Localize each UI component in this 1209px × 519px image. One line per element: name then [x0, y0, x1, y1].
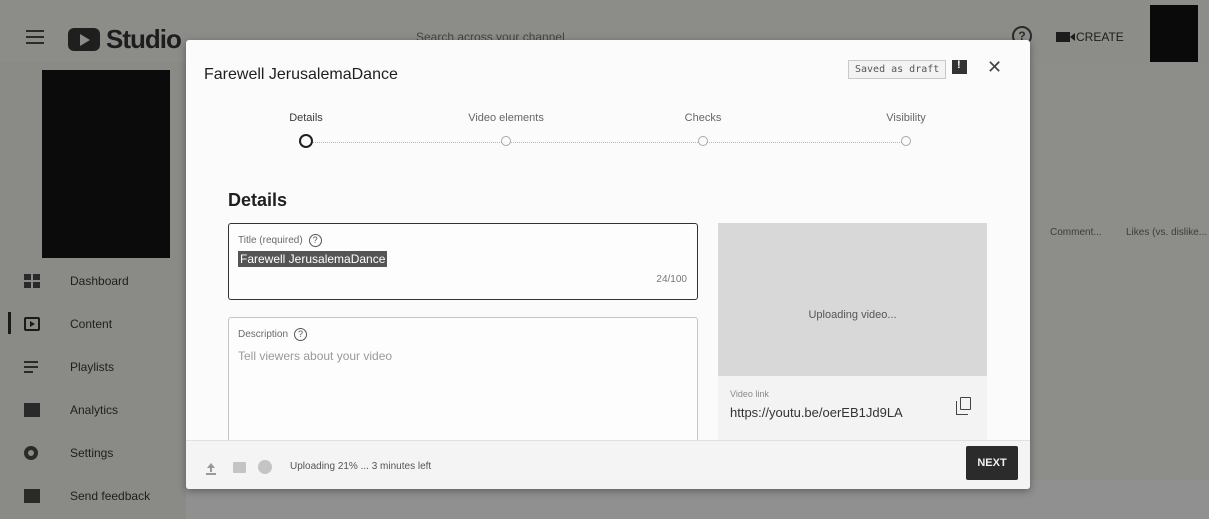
close-icon[interactable]: ✕ [987, 58, 1002, 76]
description-label-row: Description ? [238, 328, 308, 341]
uploading-status: Uploading video... [808, 309, 897, 321]
video-link[interactable]: https://youtu.be/oerEB1Jd9LA [730, 405, 903, 420]
create-label: CREATE [1076, 30, 1124, 44]
sidebar-item-label: Settings [70, 445, 114, 460]
title-field[interactable]: Title (required) ? Farewell JerusalemaDa… [228, 223, 698, 300]
step-details[interactable]: Details [226, 112, 386, 148]
menu-icon[interactable] [26, 30, 44, 44]
content-table-background: Comment... Likes (vs. dislike... [1030, 62, 1209, 519]
video-preview: Uploading video... [718, 223, 987, 376]
step-label: Video elements [468, 112, 544, 124]
step-indicator [299, 134, 313, 148]
camera-icon [1056, 32, 1075, 42]
checks-icon [258, 460, 272, 474]
video-preview-panel: Uploading video... Video link https://yo… [718, 223, 987, 449]
saved-as-draft-badge: Saved as draft [848, 60, 947, 79]
content-icon [24, 316, 40, 331]
settings-icon [24, 445, 38, 460]
step-label: Checks [684, 112, 722, 124]
sidebar-item-label: Send feedback [70, 488, 151, 503]
sidebar-item-label: Dashboard [70, 273, 129, 288]
sidebar: Dashboard Content Playlists Analytics Se… [0, 62, 186, 519]
sidebar-item-send-feedback[interactable]: Send feedback [0, 474, 186, 517]
title-input[interactable]: Farewell JerusalemaDance [238, 251, 388, 267]
upload-icon [206, 463, 216, 475]
dialog-header: Farewell JerusalemaDance Saved as draft … [186, 40, 1030, 100]
next-button[interactable]: NEXT [966, 446, 1018, 480]
step-visibility[interactable]: Visibility [826, 112, 986, 146]
step-video-elements[interactable]: Video elements [426, 112, 586, 146]
sidebar-item-dashboard[interactable]: Dashboard [0, 259, 186, 302]
step-label: Visibility [886, 112, 926, 124]
upload-dialog: Farewell JerusalemaDance Saved as draft … [186, 40, 1030, 489]
avatar[interactable] [1150, 5, 1198, 62]
channel-thumbnail[interactable] [42, 70, 170, 258]
description-field-label: Description [238, 329, 289, 340]
sidebar-item-content[interactable]: Content [0, 302, 186, 345]
column-header-likes: Likes (vs. dislike... [1126, 227, 1208, 238]
section-title: Details [228, 190, 288, 210]
title-field-label: Title (required) [238, 235, 303, 246]
youtube-logo-icon [68, 28, 100, 51]
sidebar-item-settings[interactable]: Settings [0, 431, 186, 474]
stepper-line [306, 142, 906, 143]
step-indicator [501, 136, 511, 146]
sidebar-item-analytics[interactable]: Analytics [0, 388, 186, 431]
sidebar-item-playlists[interactable]: Playlists [0, 345, 186, 388]
help-icon[interactable]: ? [294, 328, 308, 341]
description-input[interactable]: Tell viewers about your video [238, 349, 392, 363]
playlists-icon [24, 359, 40, 374]
step-checks[interactable]: Checks [623, 112, 783, 146]
dashboard-icon [24, 273, 40, 288]
create-button[interactable]: CREATE [1056, 22, 1124, 52]
feedback-icon [24, 488, 40, 503]
step-indicator [901, 136, 911, 146]
step-indicator [698, 136, 708, 146]
dialog-title: Farewell JerusalemaDance [204, 66, 398, 83]
copy-icon[interactable] [956, 397, 971, 415]
character-counter: 24/100 [656, 274, 687, 285]
description-field[interactable]: Description ? Tell viewers about your vi… [228, 317, 698, 447]
analytics-icon [24, 402, 40, 417]
video-link-label: Video link [730, 389, 769, 399]
sidebar-item-label: Playlists [70, 359, 115, 374]
upload-progress-text: Uploading 21% ... 3 minutes left [290, 461, 432, 472]
dialog-footer: Uploading 21% ... 3 minutes left NEXT [186, 440, 1030, 489]
report-feedback-icon[interactable] [952, 59, 967, 74]
help-icon[interactable]: ? [308, 234, 322, 247]
hd-icon [233, 462, 246, 473]
step-label: Details [289, 112, 323, 124]
sidebar-item-label: Content [70, 316, 113, 331]
studio-logo[interactable]: Studio [68, 24, 182, 55]
sidebar-nav: Dashboard Content Playlists Analytics Se… [0, 259, 186, 517]
logo-text: Studio [106, 24, 182, 54]
upload-stepper: Details Video elements Checks Visibility [186, 112, 1030, 162]
sidebar-item-label: Analytics [70, 402, 119, 417]
column-header-comments: Comment... [1050, 227, 1102, 238]
title-field-label-row: Title (required) ? [238, 234, 322, 247]
